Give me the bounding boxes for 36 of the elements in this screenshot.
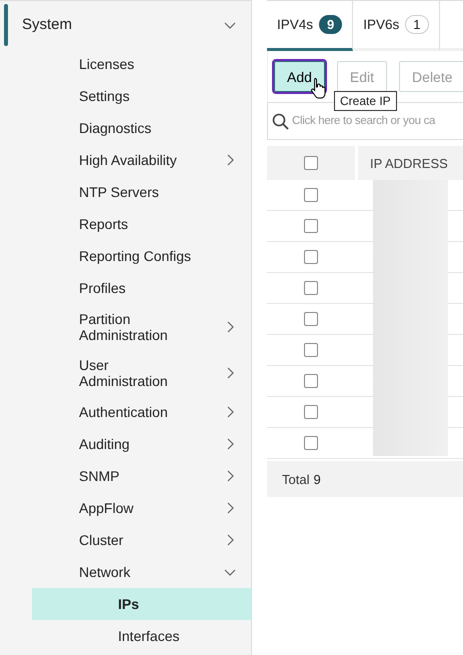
sidebar-item[interactable]: Profiles [0, 272, 251, 304]
sidebar-item[interactable]: Auditing [0, 428, 251, 460]
sidebar-item[interactable]: User Administration [0, 350, 251, 396]
checkbox[interactable] [304, 156, 318, 170]
tab[interactable]: IPV4s 9 [267, 1, 354, 51]
table-footer: Total 9 [267, 461, 463, 497]
sidebar-subitem[interactable]: IPs [32, 588, 251, 620]
checkbox[interactable] [304, 219, 318, 233]
checkbox[interactable] [304, 250, 318, 264]
checkbox[interactable] [304, 343, 318, 357]
checkbox[interactable] [304, 281, 318, 295]
sidebar-item[interactable]: SNMP [0, 460, 251, 492]
sidebar-item[interactable]: Diagnostics [0, 112, 251, 144]
sidebar-item[interactable]: NTP Servers [0, 176, 251, 208]
section-header[interactable]: System [0, 1, 251, 48]
tooltip: Create IP [334, 91, 397, 111]
search-icon [272, 112, 289, 130]
checkbox[interactable] [304, 312, 318, 326]
sidebar-item[interactable]: Reporting Configs [0, 240, 251, 272]
sidebar-item[interactable]: Licenses [0, 48, 251, 80]
sidebar-item[interactable]: Partition Administration [0, 304, 251, 350]
checkbox[interactable] [304, 405, 318, 419]
sidebar-item[interactable]: Settings [0, 80, 251, 112]
sidebar-item[interactable]: Reports [0, 208, 251, 240]
hand-cursor-icon [310, 77, 328, 99]
sidebar-item[interactable]: Cluster [0, 524, 251, 556]
checkbox[interactable] [304, 436, 318, 450]
sidebar-item[interactable]: Network [0, 556, 251, 588]
sidebar-item[interactable]: High Availability [0, 144, 251, 176]
sidebar-item[interactable]: Authentication [0, 396, 251, 428]
tab[interactable]: IPV6s 1 [353, 1, 440, 51]
sidebar-item[interactable]: AppFlow [0, 492, 251, 524]
checkbox[interactable] [304, 374, 318, 388]
sidebar-subitem[interactable]: Interfaces [32, 620, 251, 652]
checkbox[interactable] [304, 188, 318, 202]
toolbar-button[interactable]: Add [274, 61, 325, 92]
